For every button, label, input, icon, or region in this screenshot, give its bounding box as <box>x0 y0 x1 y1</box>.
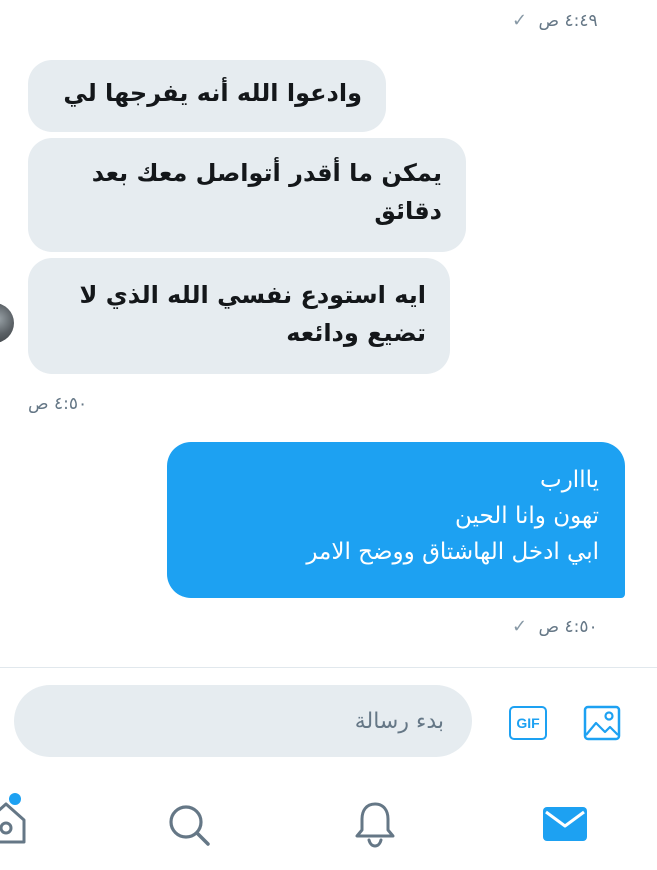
avatar[interactable] <box>0 303 14 343</box>
timestamp-top-text: ٤:٤٩ ص <box>538 11 598 31</box>
timestamp-incoming: ٤:٥٠ ص <box>28 394 87 414</box>
search-icon[interactable] <box>166 802 212 848</box>
timestamp-incoming-text: ٤:٥٠ ص <box>28 394 88 414</box>
notification-dot <box>9 793 21 805</box>
gif-icon: GIF <box>509 706 547 740</box>
divider <box>0 667 657 668</box>
bell-icon[interactable] <box>353 800 397 848</box>
incoming-message-3[interactable]: ايه استودع نفسي الله الذي لا تضيع ودائعه <box>28 258 450 374</box>
home-icon[interactable] <box>0 800 26 844</box>
gif-label: GIF <box>516 715 540 731</box>
image-icon <box>583 705 621 741</box>
incoming-message-1[interactable]: وادعوا الله أنه يفرجها لي <box>28 60 386 132</box>
message-input[interactable]: بدء رسالة <box>14 685 472 757</box>
outgoing-message[interactable]: يااارب تهون وانا الحين ابي ادخل الهاشتاق… <box>167 442 625 598</box>
gif-button[interactable]: GIF <box>506 703 550 743</box>
incoming-message-2[interactable]: يمكن ما أقدر أتواصل معك بعد دقائق <box>28 138 466 252</box>
media-button[interactable] <box>580 702 624 744</box>
check-icon: ✓ <box>512 616 528 637</box>
mail-icon[interactable] <box>542 806 588 842</box>
timestamp-outgoing: ٤:٥٠ ص ✓ <box>512 616 598 637</box>
message-input-placeholder: بدء رسالة <box>354 708 444 734</box>
timestamp-outgoing-text: ٤:٥٠ ص <box>538 617 598 637</box>
timestamp-top: ٤:٤٩ ص ✓ <box>512 10 598 31</box>
check-icon: ✓ <box>512 10 528 31</box>
